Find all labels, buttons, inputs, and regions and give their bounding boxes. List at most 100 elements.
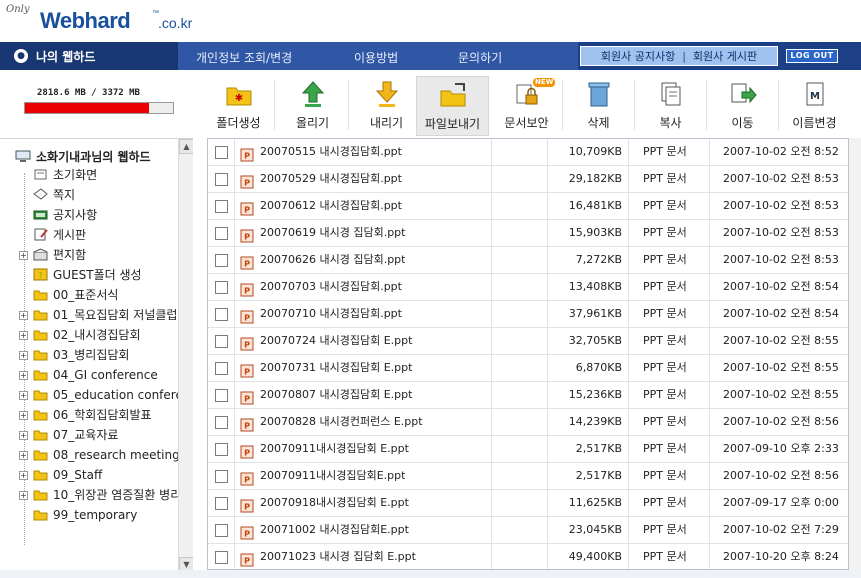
file-name[interactable]: 20070828 내시경컨퍼런스 E.ppt	[260, 409, 423, 435]
tree-item[interactable]: 게시판	[0, 226, 178, 244]
expand-icon[interactable]: +	[19, 491, 28, 500]
horizontal-scrollbar[interactable]	[0, 570, 861, 578]
file-row[interactable]: P 20070703 내시경집담회.ppt 13,408KB PPT 문서 2007-1…	[208, 274, 848, 301]
file-checkbox[interactable]	[215, 173, 228, 186]
file-checkbox[interactable]	[215, 308, 228, 321]
file-row[interactable]: P 20070911내시경집담회 E.ppt 2,517KB PPT 문서 2007-0…	[208, 436, 848, 463]
file-checkbox[interactable]	[215, 551, 228, 564]
toolbar-send-file-button[interactable]: 파일보내기	[416, 76, 489, 136]
file-row[interactable]: P 20070612 내시경집담회.ppt 16,481KB PPT 문서 2007-1…	[208, 193, 848, 220]
expand-icon[interactable]: +	[19, 371, 28, 380]
file-name[interactable]: 20070529 내시경집담회.ppt	[260, 166, 402, 192]
file-row[interactable]: P 20070911내시경집담회E.ppt 2,517KB PPT 문서 2007-10…	[208, 463, 848, 490]
scroll-up-icon[interactable]: ▲	[179, 139, 193, 154]
toolbar-document-lock-button[interactable]: NEW 문서보안	[490, 76, 563, 136]
tree-item[interactable]: 공지사항	[0, 206, 178, 224]
expand-icon[interactable]: +	[19, 431, 28, 440]
file-checkbox[interactable]	[215, 254, 228, 267]
file-checkbox[interactable]	[215, 389, 228, 402]
expand-icon[interactable]: +	[19, 451, 28, 460]
expand-icon[interactable]: +	[19, 251, 28, 260]
file-checkbox[interactable]	[215, 443, 228, 456]
toolbar-rename-button[interactable]: M 이름변경	[778, 76, 851, 136]
file-name[interactable]: 20070612 내시경집담회.ppt	[260, 193, 402, 219]
file-name[interactable]: 20070807 내시경집담회 E.ppt	[260, 382, 412, 408]
file-checkbox[interactable]	[215, 335, 228, 348]
file-row[interactable]: P 20070828 내시경컨퍼런스 E.ppt 14,239KB PPT 문서 200…	[208, 409, 848, 436]
rename-icon: M	[800, 79, 830, 109]
tree-item[interactable]: +10_위장관 염증질환 병리	[0, 486, 178, 504]
file-row[interactable]: P 20070710 내시경집담회.ppt 37,961KB PPT 문서 2007-1…	[208, 301, 848, 328]
file-row[interactable]: P 20070807 내시경집담회 E.ppt 15,236KB PPT 문서 2007…	[208, 382, 848, 409]
file-checkbox[interactable]	[215, 281, 228, 294]
expand-icon[interactable]: +	[19, 311, 28, 320]
nav-my-webhard[interactable]: ● 나의 웹하드	[0, 42, 178, 70]
expand-icon[interactable]: +	[19, 331, 28, 340]
tree-item[interactable]: +03_병리집담회	[0, 346, 178, 364]
file-row[interactable]: P 20070515 내시경집담회.ppt 10,709KB PPT 문서 2007-1…	[208, 139, 848, 166]
file-checkbox[interactable]	[215, 227, 228, 240]
logout-button[interactable]: LOG OUT	[786, 49, 838, 63]
file-name[interactable]: 20071002 내시경집담회E.ppt	[260, 517, 409, 543]
toolbar-trash-button[interactable]: 삭제	[562, 76, 635, 136]
file-list-scrollbar[interactable]	[849, 138, 861, 570]
file-checkbox[interactable]	[215, 524, 228, 537]
member-notice-link[interactable]: 회원사 공지사항	[601, 48, 675, 64]
file-name[interactable]: 20071023 내시경 집담회 E.ppt	[260, 544, 416, 569]
file-row[interactable]: P 20070724 내시경집담회 E.ppt 32,705KB PPT 문서 2007…	[208, 328, 848, 355]
file-row[interactable]: P 20070918내시경집담회 E.ppt 11,625KB PPT 문서 2007-…	[208, 490, 848, 517]
tree-item[interactable]: +06_학회집담회발표	[0, 406, 178, 424]
tree-item[interactable]: 00_표준서식	[0, 286, 178, 304]
file-row[interactable]: P 20071002 내시경집담회E.ppt 23,045KB PPT 문서 2007-…	[208, 517, 848, 544]
file-name[interactable]: 20070911내시경집담회 E.ppt	[260, 436, 409, 462]
file-checkbox[interactable]	[215, 146, 228, 159]
tree-item[interactable]: +04_GI conference	[0, 366, 178, 384]
file-name[interactable]: 20070703 내시경집담회.ppt	[260, 274, 402, 300]
file-name[interactable]: 20070626 내시경 집담회.ppt	[260, 247, 405, 273]
toolbar-upload-button[interactable]: 올리기	[276, 76, 349, 136]
tree-item[interactable]: +09_Staff	[0, 466, 178, 484]
tree-item[interactable]: +02_내시경집담회	[0, 326, 178, 344]
tree-item[interactable]: +08_research meeting	[0, 446, 178, 464]
file-row[interactable]: P 20070619 내시경 집담회.ppt 15,903KB PPT 문서 2007-…	[208, 220, 848, 247]
tree-item[interactable]: +07_교육자료	[0, 426, 178, 444]
tree-item[interactable]: +01_목요집담회 저널클럽	[0, 306, 178, 324]
file-name[interactable]: 20070619 내시경 집담회.ppt	[260, 220, 405, 246]
file-row[interactable]: P 20070529 내시경집담회.ppt 29,182KB PPT 문서 2007-1…	[208, 166, 848, 193]
toolbar-copy-button[interactable]: 복사	[634, 76, 707, 136]
file-checkbox[interactable]	[215, 497, 228, 510]
file-checkbox[interactable]	[215, 416, 228, 429]
file-name[interactable]: 20070724 내시경집담회 E.ppt	[260, 328, 412, 354]
expand-icon[interactable]: +	[19, 411, 28, 420]
toolbar-move-button[interactable]: 이동	[706, 76, 779, 136]
file-row[interactable]: P 20071023 내시경 집담회 E.ppt 49,400KB PPT 문서 200…	[208, 544, 848, 569]
toolbar-new-folder-button[interactable]: ✱ 폴더생성	[202, 76, 275, 136]
file-row[interactable]: P 20070731 내시경집담회 E.ppt 6,870KB PPT 문서 2007-…	[208, 355, 848, 382]
nav-item-profile[interactable]: 개인정보 조회/변경	[196, 49, 292, 66]
nav-item-inquiry[interactable]: 문의하기	[458, 49, 502, 66]
toolbar-download-button[interactable]: 내리기	[350, 76, 423, 136]
file-name[interactable]: 20070918내시경집담회 E.ppt	[260, 490, 409, 516]
file-checkbox[interactable]	[215, 470, 228, 483]
file-checkbox[interactable]	[215, 200, 228, 213]
file-name[interactable]: 20070731 내시경집담회 E.ppt	[260, 355, 412, 381]
tree-title[interactable]: 소화기내과님의 웹하드	[36, 148, 151, 165]
file-checkbox[interactable]	[215, 362, 228, 375]
tree-item[interactable]: 쪽지	[0, 186, 178, 204]
expand-icon[interactable]: +	[19, 351, 28, 360]
tree-item[interactable]: 99_temporary	[0, 506, 178, 524]
member-board-link[interactable]: 회원사 게시판	[693, 48, 757, 64]
expand-icon[interactable]: +	[19, 391, 28, 400]
file-row[interactable]: P 20070626 내시경 집담회.ppt 7,272KB PPT 문서 2007-1…	[208, 247, 848, 274]
file-name[interactable]: 20070515 내시경집담회.ppt	[260, 139, 402, 165]
file-name[interactable]: 20070911내시경집담회E.ppt	[260, 463, 405, 489]
logo-webhard[interactable]: Webhard	[40, 8, 131, 34]
tree-item[interactable]: + 편지함	[0, 246, 178, 264]
expand-icon[interactable]: +	[19, 471, 28, 480]
nav-item-howto[interactable]: 이용방법	[354, 49, 398, 66]
tree-item[interactable]: 초기화면	[0, 166, 178, 184]
tree-item[interactable]: ? GUEST폴더 생성	[0, 266, 178, 284]
file-name[interactable]: 20070710 내시경집담회.ppt	[260, 301, 402, 327]
tree-item[interactable]: +05_education conference	[0, 386, 178, 404]
sidebar-scrollbar[interactable]: ▲ ▼	[178, 139, 193, 578]
